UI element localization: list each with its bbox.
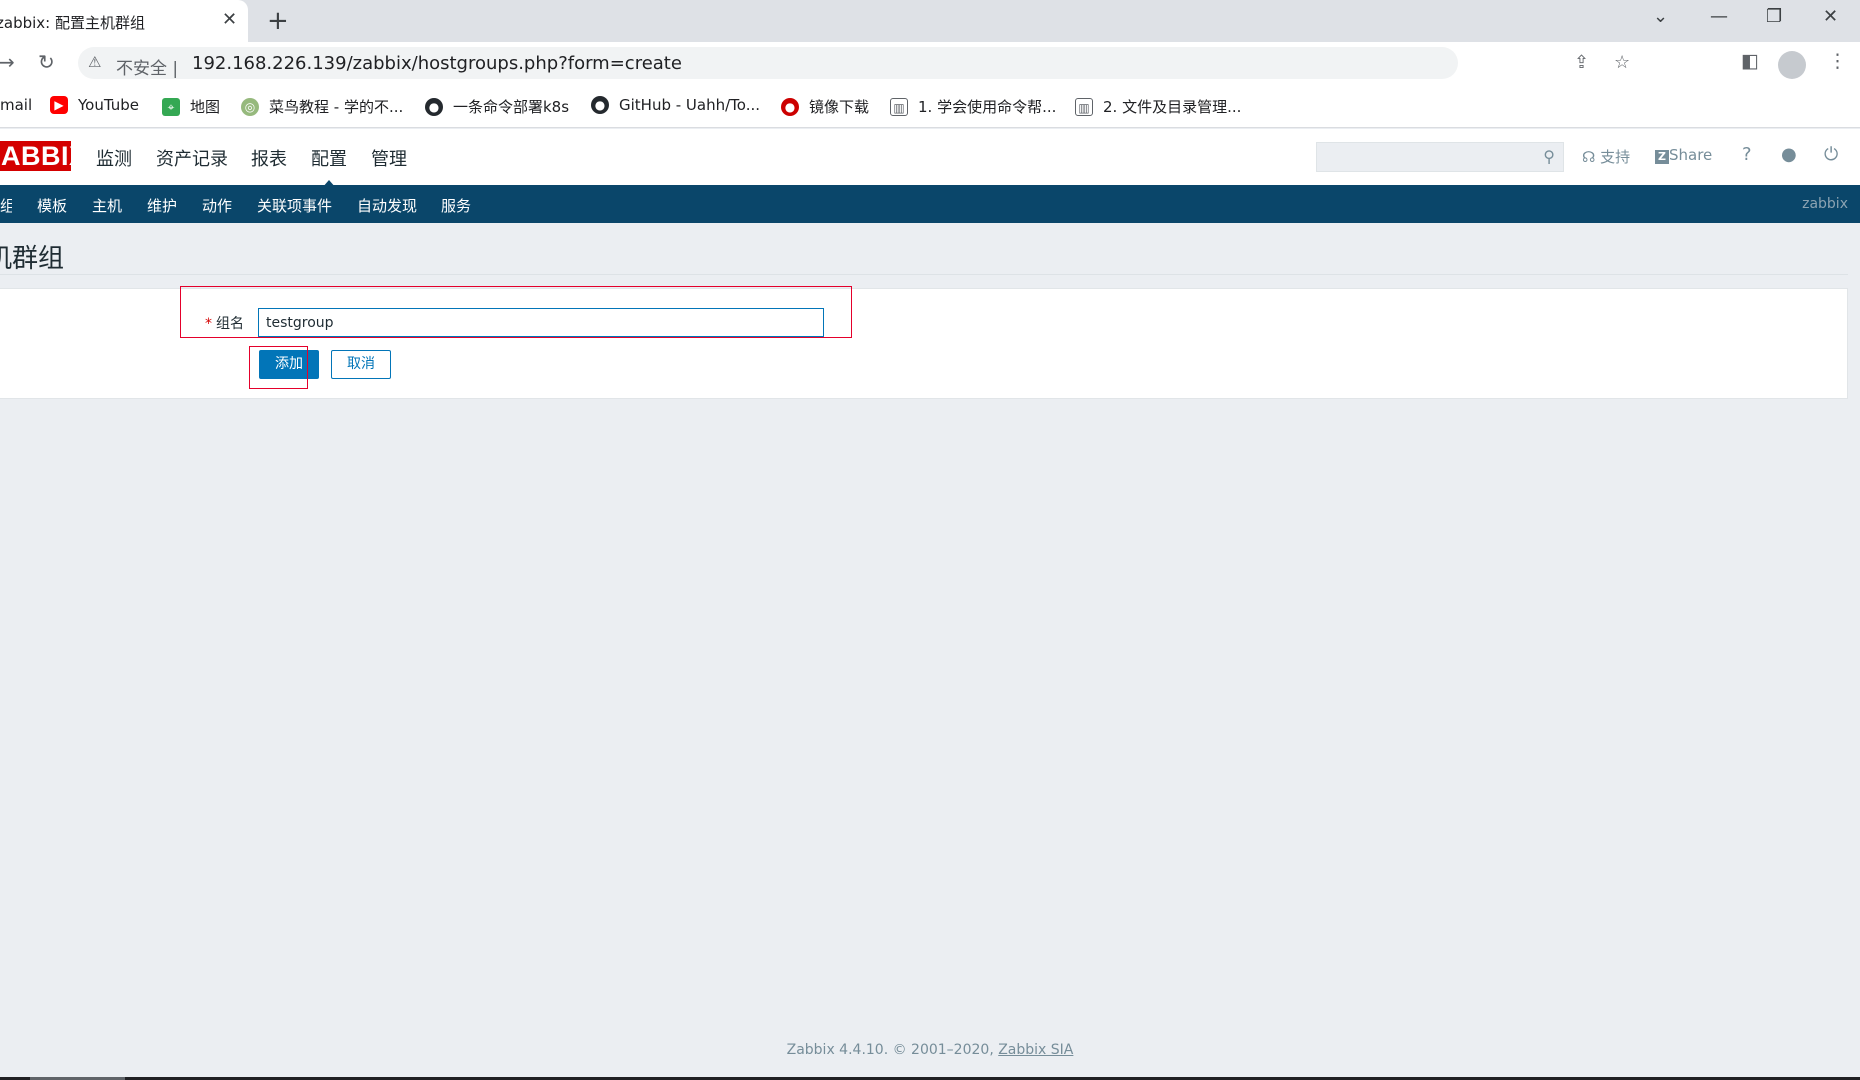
address-bar[interactable]: ⚠ 不安全 | 192.168.226.139/zabbix/hostgroup… bbox=[78, 47, 1630, 79]
tab-discovery[interactable]: 自动发现 bbox=[357, 195, 417, 216]
bookmark-command-help[interactable]: ▥ 1. 学会使用命令帮... bbox=[890, 96, 1056, 117]
browser-tab[interactable]: zabbix: 配置主机群组 ✕ bbox=[0, 0, 248, 42]
highlight-box-input bbox=[180, 286, 852, 338]
bookmark-file-management[interactable]: ▥ 2. 文件及目录管理... bbox=[1075, 96, 1241, 117]
support-link[interactable]: ☊ 支持 bbox=[1582, 146, 1630, 167]
page-title: 主机群组 bbox=[0, 244, 65, 274]
menu-administration[interactable]: 管理 bbox=[371, 145, 407, 171]
sign-out-icon[interactable]: ⏻ bbox=[1824, 144, 1838, 165]
insecure-label[interactable]: 不安全 | bbox=[116, 54, 178, 79]
bookmark-mail[interactable]: mail bbox=[0, 96, 32, 114]
share-page-icon[interactable]: ⇪ bbox=[1574, 52, 1589, 73]
new-tab-icon[interactable]: + bbox=[267, 6, 289, 36]
bookmark-runoob[interactable]: ◎ 菜鸟教程 - 学的不... bbox=[241, 96, 403, 117]
user-profile-icon[interactable]: ● bbox=[1781, 144, 1797, 165]
footer-text: Zabbix 4.4.10. © 2001–2020, bbox=[786, 1042, 999, 1058]
tab-host-groups[interactable]: 主机群组 bbox=[0, 195, 12, 216]
search-icon[interactable]: ⚲ bbox=[1543, 147, 1555, 166]
github-icon: ● bbox=[591, 96, 609, 114]
bookmark-mirror-download[interactable]: ● 镜像下载 bbox=[781, 96, 869, 117]
footer-link[interactable]: Zabbix SIA bbox=[998, 1042, 1073, 1058]
window-close-icon[interactable]: ✕ bbox=[1823, 6, 1838, 27]
tab-search-chevron-icon[interactable]: ⌄ bbox=[1653, 6, 1668, 27]
redhat-icon: ● bbox=[781, 97, 799, 116]
menu-configuration[interactable]: 配置 bbox=[311, 145, 347, 188]
share-link[interactable]: Z Share bbox=[1655, 146, 1712, 164]
help-icon[interactable]: ? bbox=[1742, 144, 1752, 165]
sub-navigation: 主机群组 模板 主机 维护 动作 关联项事件 自动发现 服务 zabbix bbox=[0, 185, 1860, 223]
youtube-icon: ▶ bbox=[50, 96, 68, 114]
menu-monitoring[interactable]: 监测 bbox=[96, 145, 132, 171]
close-tab-icon[interactable]: ✕ bbox=[222, 9, 237, 30]
tab-maintenance[interactable]: 维护 bbox=[147, 195, 177, 216]
menu-inventory[interactable]: 资产记录 bbox=[156, 145, 228, 171]
runoob-icon: ◎ bbox=[241, 97, 259, 116]
bookmark-youtube[interactable]: ▶ YouTube bbox=[50, 96, 139, 114]
tab-services[interactable]: 服务 bbox=[441, 195, 471, 216]
bookmark-star-icon[interactable]: ☆ bbox=[1614, 52, 1630, 73]
tab-event-correlation[interactable]: 关联项事件 bbox=[257, 195, 332, 216]
github-icon: ● bbox=[425, 97, 443, 116]
zabbix-header: ZABBIX 监测 资产记录 报表 配置 管理 ⚲ ☊ 支持 ZShare ? … bbox=[0, 129, 1860, 188]
zabbix-logo[interactable]: ZABBIX bbox=[0, 141, 71, 171]
tab-hosts[interactable]: 主机 bbox=[92, 195, 122, 216]
bookmark-github[interactable]: ● GitHub - Uahh/To... bbox=[591, 96, 760, 114]
url-text[interactable]: 192.168.226.139/zabbix/hostgroups.php?fo… bbox=[192, 53, 682, 74]
bookmarks-bar: mail ▶ YouTube ⌖ 地图 ◎ 菜鸟教程 - 学的不... ● 一条… bbox=[0, 84, 1860, 128]
share-z-icon: Z bbox=[1655, 150, 1669, 164]
restore-icon[interactable]: ❐ bbox=[1766, 6, 1782, 27]
reload-icon[interactable]: ↻ bbox=[38, 50, 55, 74]
book-icon: ▥ bbox=[1075, 97, 1093, 116]
headset-icon: ☊ bbox=[1582, 148, 1596, 166]
bookmark-k8s[interactable]: ● 一条命令部署k8s bbox=[425, 96, 569, 117]
profile-avatar[interactable] bbox=[1778, 51, 1806, 79]
page-footer: Zabbix 4.4.10. © 2001–2020, Zabbix SIA bbox=[0, 1042, 1860, 1058]
menu-dots-icon[interactable]: ⋮ bbox=[1828, 50, 1847, 72]
side-panel-icon[interactable]: ◧ bbox=[1741, 50, 1759, 72]
tab-templates[interactable]: 模板 bbox=[37, 195, 67, 216]
warning-icon[interactable]: ⚠ bbox=[88, 53, 101, 71]
minimize-icon[interactable]: — bbox=[1710, 6, 1728, 27]
book-icon: ▥ bbox=[890, 97, 908, 116]
forward-icon[interactable]: → bbox=[0, 50, 15, 74]
highlight-box-add-button bbox=[249, 346, 308, 389]
tab-actions[interactable]: 动作 bbox=[202, 195, 232, 216]
username-label: zabbix bbox=[1802, 196, 1848, 212]
global-search-input[interactable]: ⚲ bbox=[1316, 142, 1564, 172]
browser-tab-bar: zabbix: 配置主机群组 ✕ + ⌄ — ❐ ✕ bbox=[0, 0, 1860, 42]
bookmark-maps[interactable]: ⌖ 地图 bbox=[162, 96, 220, 117]
menu-reports[interactable]: 报表 bbox=[251, 145, 287, 171]
browser-toolbar: → ↻ ⚠ 不安全 | 192.168.226.139/zabbix/hostg… bbox=[0, 42, 1860, 84]
title-divider bbox=[0, 274, 1848, 275]
tab-title: zabbix: 配置主机群组 bbox=[0, 14, 145, 32]
maps-icon: ⌖ bbox=[162, 97, 180, 116]
cancel-button[interactable]: 取消 bbox=[331, 350, 391, 379]
